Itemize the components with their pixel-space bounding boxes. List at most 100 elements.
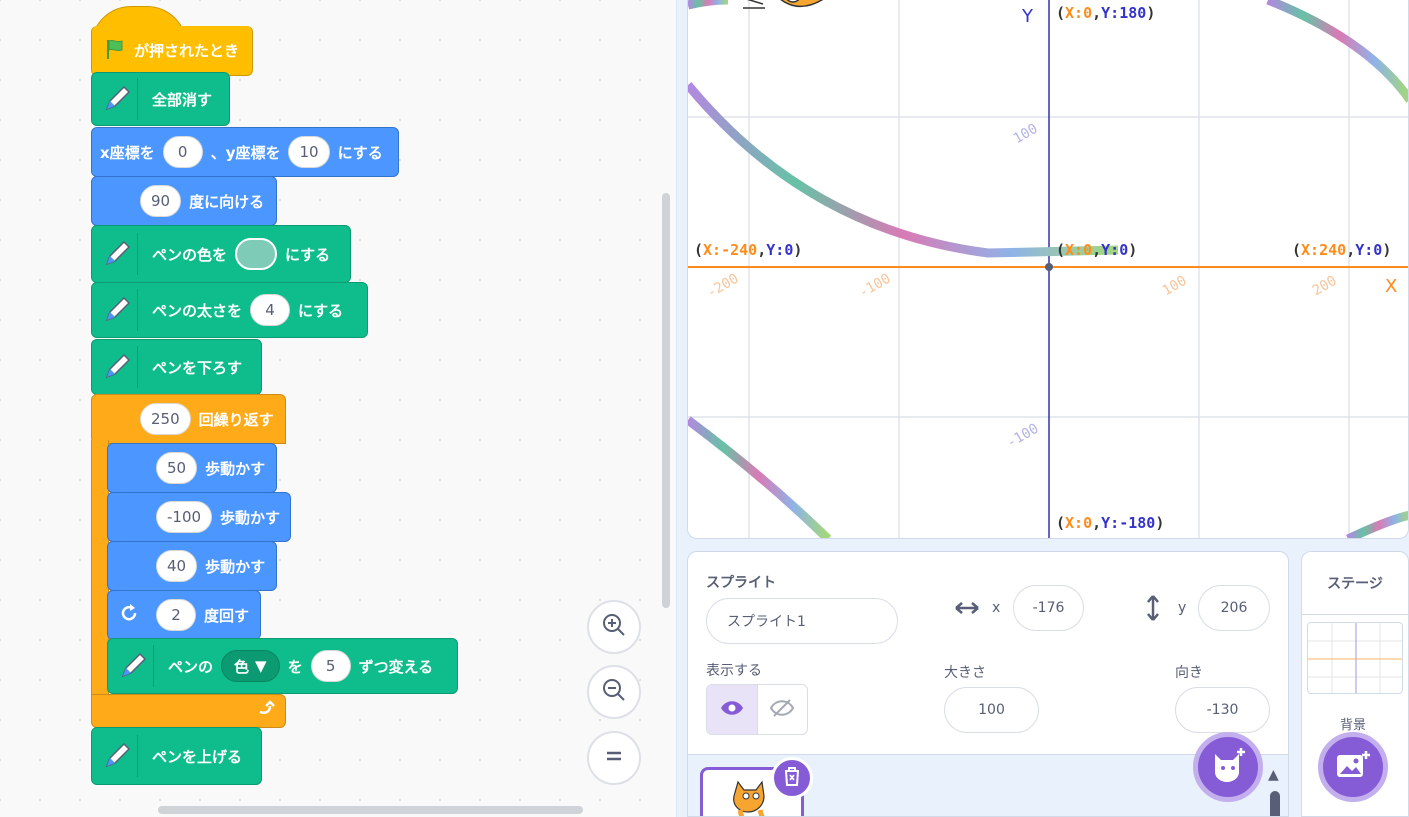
- show-label: 表示する: [706, 663, 762, 679]
- x-position-input[interactable]: -176: [1013, 585, 1084, 631]
- move-steps-block[interactable]: -100 歩動かす: [107, 492, 291, 542]
- change-prefix: ペンの: [168, 657, 214, 676]
- move-label: 歩動かす: [220, 508, 281, 527]
- sprite-list-scrollbar[interactable]: [1270, 791, 1280, 816]
- image-plus-icon: [1335, 749, 1371, 785]
- set-pen-size-block[interactable]: ペンの太さを 4 にする: [91, 282, 368, 338]
- y-axis-label: Y: [1022, 6, 1033, 27]
- clear-block[interactable]: 全部消す: [91, 72, 230, 126]
- show-hidden-button[interactable]: [756, 685, 807, 734]
- choose-backdrop-button[interactable]: [1318, 732, 1388, 802]
- choose-sprite-button[interactable]: [1193, 732, 1263, 802]
- point-label: 度に向ける: [189, 192, 265, 211]
- coord-center: (X:0,Y:0): [1056, 241, 1138, 259]
- point-direction-block[interactable]: 90 度に向ける: [91, 176, 277, 226]
- move-steps-block[interactable]: 40 歩動かす: [107, 541, 277, 591]
- turn-label: 度回す: [204, 606, 250, 625]
- pen-down-label: ペンを下ろす: [152, 358, 243, 377]
- goto-xy-block[interactable]: x座標を 0 、y座標を 10 にする: [91, 127, 399, 177]
- clear-label: 全部消す: [152, 90, 213, 109]
- pen-icon: [112, 645, 154, 687]
- turn-degrees-input[interactable]: 2: [156, 599, 196, 631]
- hat-block[interactable]: が押されたとき: [91, 6, 253, 76]
- size-label: 大きさ: [944, 665, 986, 681]
- x-label: x: [992, 600, 1001, 616]
- vertical-scrollbar[interactable]: [662, 193, 670, 608]
- vertical-arrows-icon: [1143, 594, 1163, 626]
- script-area[interactable]: が押されたとき 全部消す x座標を 0 、y座標を 10 にする 90 度に向け…: [0, 0, 677, 817]
- stage-drawing: [688, 0, 1408, 538]
- move-steps-input[interactable]: -100: [156, 501, 213, 533]
- turn-block[interactable]: 2 度回す: [107, 590, 261, 640]
- change-mid: を: [287, 657, 303, 676]
- show-visible-button[interactable]: [707, 685, 757, 734]
- size-input[interactable]: 100: [944, 687, 1039, 733]
- goto-x-label: x座標を: [100, 143, 155, 162]
- cat-plus-icon: [1209, 746, 1247, 788]
- pen-color-label: ペンの色を: [152, 245, 228, 264]
- loop-arrow-icon: [257, 700, 275, 722]
- pen-icon: [96, 735, 138, 777]
- rotate-right-icon: [118, 602, 140, 628]
- zoom-in-icon: [600, 611, 628, 643]
- direction-input[interactable]: 90: [140, 185, 182, 217]
- eye-icon: [720, 700, 744, 720]
- move-steps-input[interactable]: 40: [156, 550, 198, 582]
- horizontal-scrollbar[interactable]: [158, 806, 583, 814]
- coord-top: (X:0,Y:180): [1056, 4, 1156, 22]
- sprite-title: スプライト: [706, 575, 776, 591]
- repeat-count-input[interactable]: 250: [140, 403, 191, 435]
- pen-color-swatch[interactable]: [235, 238, 278, 270]
- pen-icon: [96, 346, 138, 388]
- coord-bottom: (X:0,Y:-180): [1056, 514, 1165, 532]
- goto-y-label: 、y座標を: [210, 143, 281, 162]
- pen-param-dropdown[interactable]: 色 ▼: [221, 650, 280, 682]
- direction-input[interactable]: -130: [1175, 687, 1270, 733]
- eye-slash-icon: [770, 698, 795, 721]
- pen-param-value: 色: [234, 657, 250, 676]
- delete-sprite-button[interactable]: [771, 757, 813, 799]
- direction-label: 向き: [1175, 665, 1203, 681]
- pen-size-label: ペンの太さを: [152, 301, 243, 320]
- x-axis-label: X: [1385, 276, 1398, 297]
- pen-icon: [96, 289, 138, 331]
- cat-costume-icon: [733, 780, 765, 816]
- sprite-info-panel: スプライト スプライト1 x -176 y 206 表示する 大きさ 100 向…: [687, 551, 1289, 817]
- pen-up-block[interactable]: ペンを上げる: [91, 727, 262, 785]
- set-pen-color-block[interactable]: ペンの色を にする: [91, 225, 351, 283]
- zoom-out-button[interactable]: [587, 665, 641, 719]
- stage-panel-header: ステージ: [1302, 552, 1408, 615]
- pen-up-label: ペンを上げる: [152, 747, 243, 766]
- scroll-up-icon[interactable]: ▲: [1268, 767, 1279, 783]
- change-amount-input[interactable]: 5: [310, 650, 351, 682]
- move-steps-input[interactable]: 50: [156, 452, 198, 484]
- pen-color-suffix: にする: [285, 245, 331, 264]
- move-steps-block[interactable]: 50 歩動かす: [107, 443, 277, 493]
- change-suffix: ずつ変える: [358, 657, 434, 676]
- goto-x-input[interactable]: 0: [162, 136, 203, 168]
- trash-icon: [783, 766, 801, 790]
- pen-icon: [96, 78, 138, 120]
- move-label: 歩動かす: [205, 557, 266, 576]
- move-label: 歩動かす: [205, 459, 266, 478]
- stage-canvas[interactable]: Y X (X:0,Y:180) (X:-240,Y:0) (X:0,Y:0) (…: [687, 0, 1409, 539]
- hat-label: が押されたとき: [134, 42, 240, 60]
- y-label: y: [1178, 600, 1187, 616]
- stage-thumbnail[interactable]: [1307, 622, 1403, 694]
- zoom-in-button[interactable]: [587, 600, 641, 654]
- cat-sprite[interactable]: [738, 0, 838, 26]
- change-pen-param-block[interactable]: ペンの 色 ▼ を 5 ずつ変える: [107, 638, 458, 694]
- coord-right: (X:240,Y:0): [1292, 241, 1392, 259]
- backdrop-label: 背景: [1340, 718, 1367, 733]
- zoom-reset-button[interactable]: [587, 731, 641, 785]
- pen-icon: [96, 233, 138, 275]
- stage-panel-title: ステージ: [1327, 576, 1383, 592]
- y-position-input[interactable]: 206: [1198, 585, 1270, 631]
- horizontal-arrows-icon: [954, 598, 980, 622]
- goto-y-input[interactable]: 10: [288, 136, 330, 168]
- stage-selector[interactable]: ステージ 背景: [1301, 551, 1409, 817]
- pen-size-input[interactable]: 4: [250, 294, 291, 326]
- pen-down-block[interactable]: ペンを下ろす: [91, 339, 262, 395]
- sprite-name-input[interactable]: スプライト1: [706, 598, 898, 644]
- show-toggle: [706, 684, 808, 735]
